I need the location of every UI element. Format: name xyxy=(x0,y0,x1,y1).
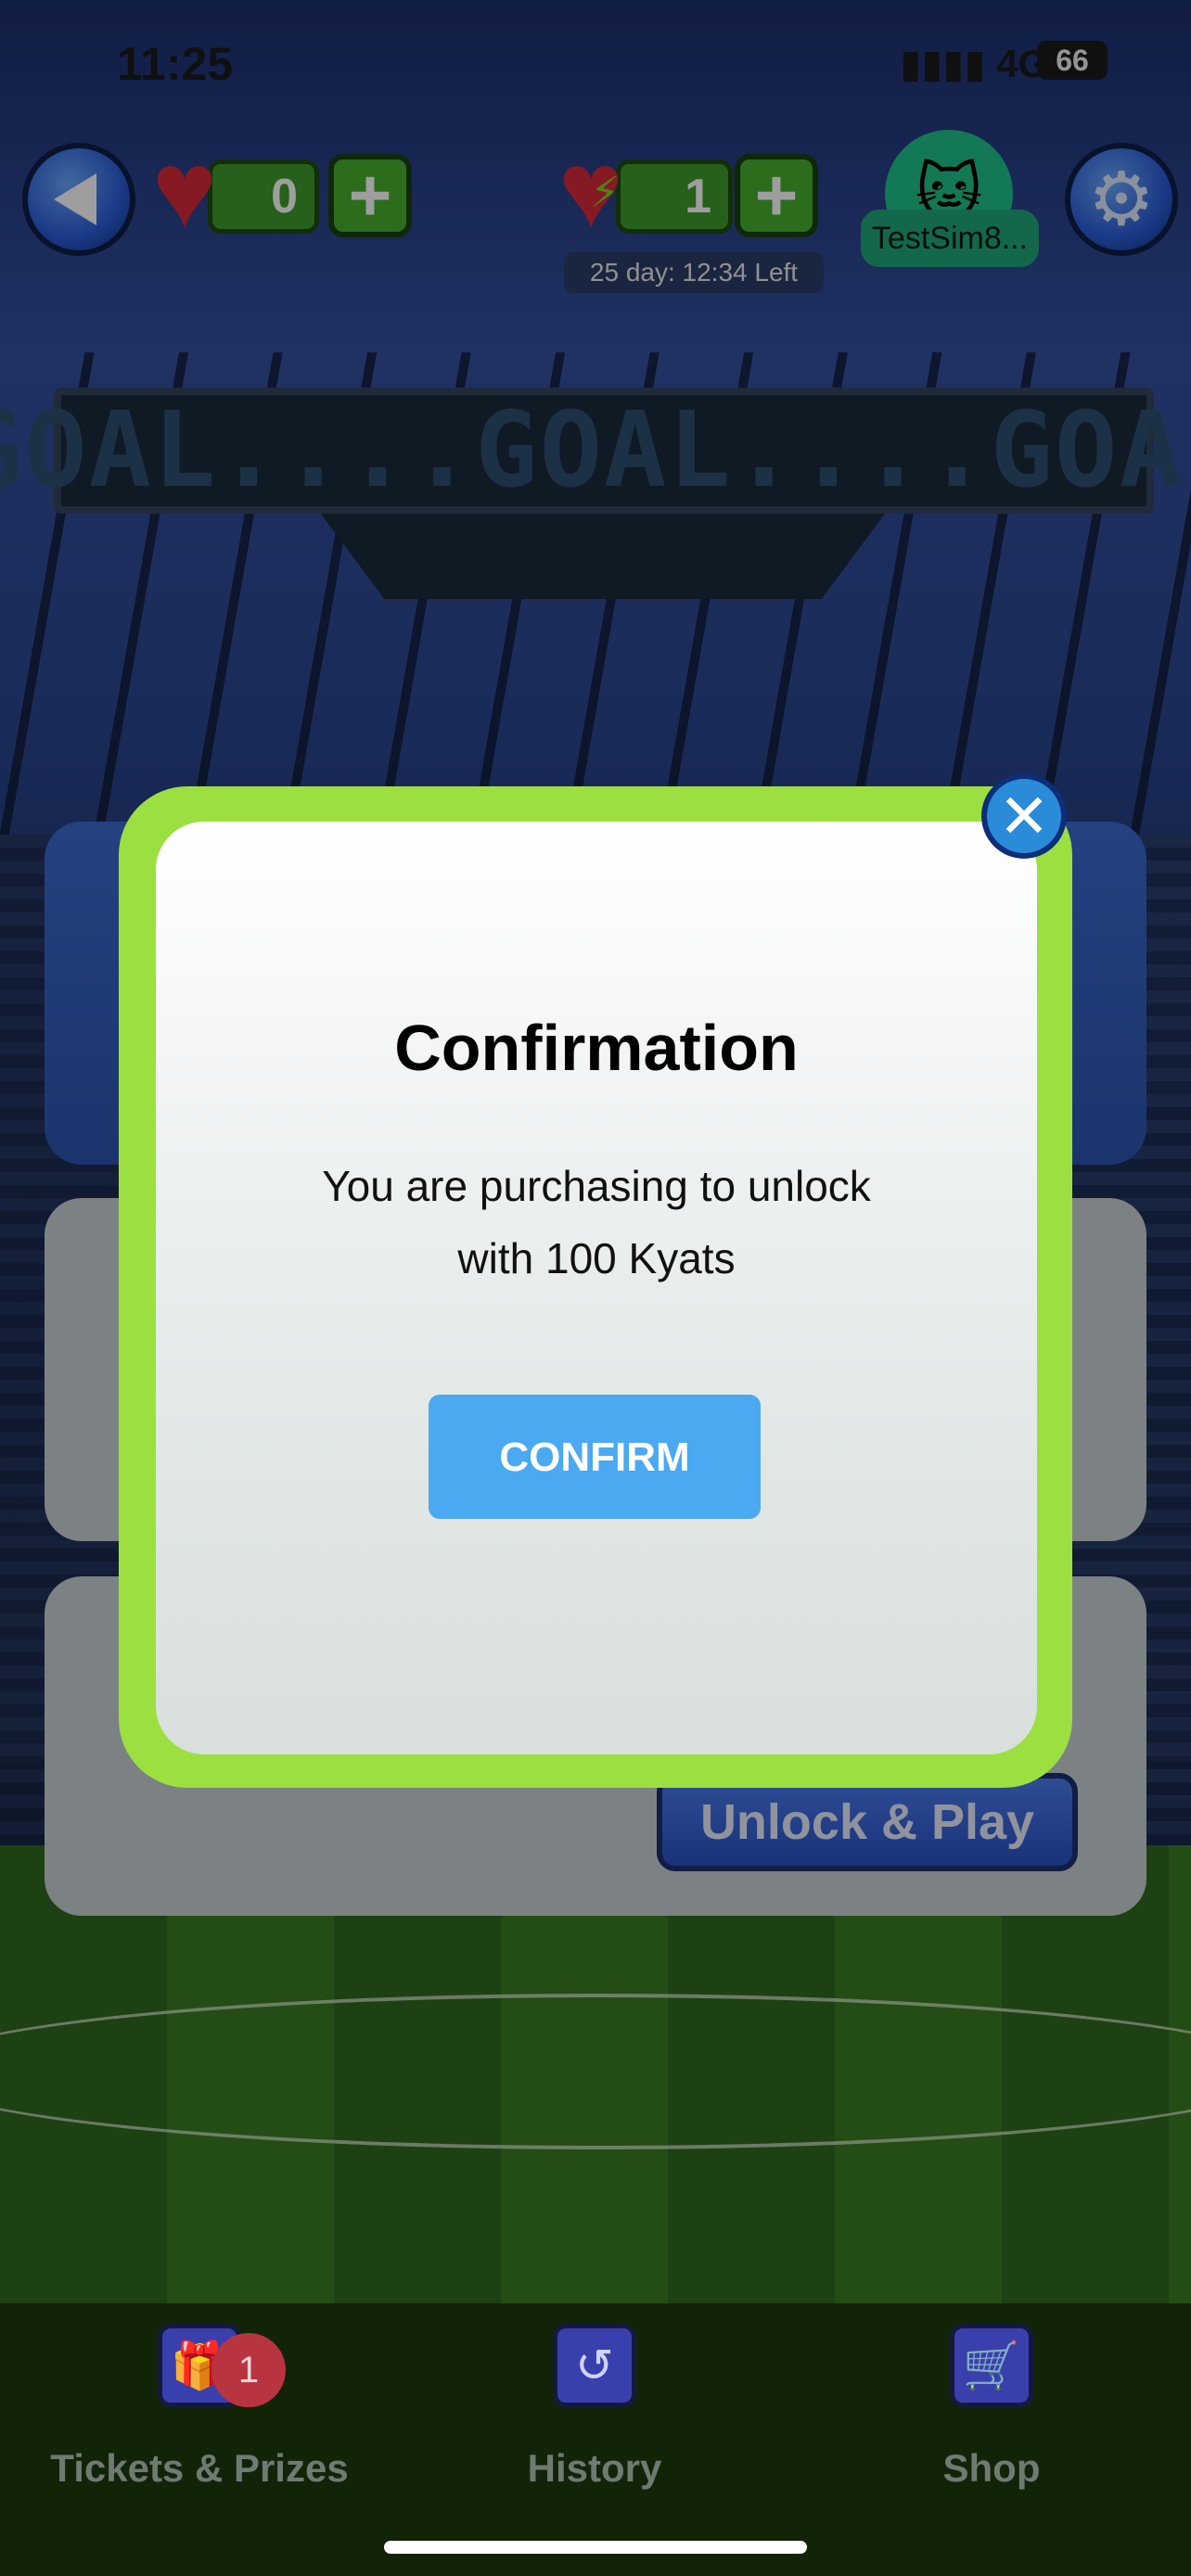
tab-label-history: History xyxy=(527,2446,662,2490)
tab-history[interactable]: ↺ History xyxy=(414,2303,775,2576)
tab-tickets-prizes[interactable]: 🎁 Tickets & Prizes xyxy=(19,2303,380,2576)
tab-label-shop: Shop xyxy=(942,2446,1041,2490)
confirm-button[interactable]: CONFIRM xyxy=(429,1395,761,1519)
close-button[interactable]: ✕ xyxy=(981,773,1067,859)
bottom-nav: 🎁 Tickets & Prizes ↺ History 🛒 Shop xyxy=(0,2303,1191,2576)
dialog-message-line-2: with 100 Kyats xyxy=(457,1234,736,1282)
home-indicator[interactable] xyxy=(384,2541,807,2554)
dialog-message: You are purchasing to unlock with 100 Ky… xyxy=(249,1150,944,1294)
tab-label-tickets: Tickets & Prizes xyxy=(50,2446,349,2490)
dialog-message-line-1: You are purchasing to unlock xyxy=(322,1162,871,1210)
dialog-title: Confirmation xyxy=(394,1012,799,1084)
notification-badge: 1 xyxy=(211,2333,286,2407)
tab-shop[interactable]: 🛒 Shop xyxy=(811,2303,1172,2576)
close-icon: ✕ xyxy=(998,782,1050,850)
cart-icon: 🛒 xyxy=(950,2324,1033,2407)
history-icon: ↺ xyxy=(553,2324,636,2407)
